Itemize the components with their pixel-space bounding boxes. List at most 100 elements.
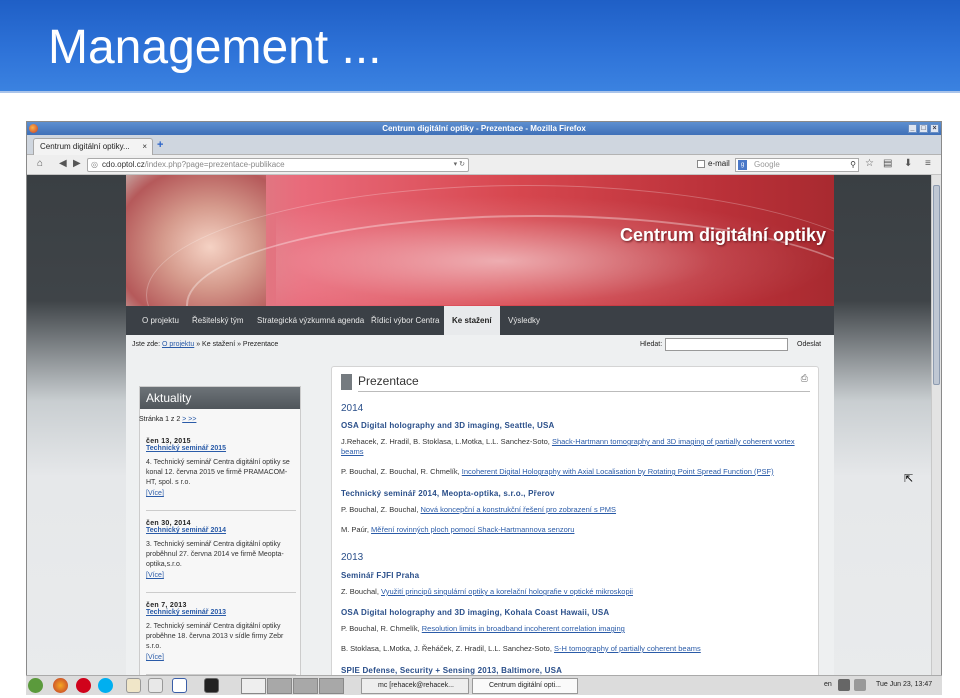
site-search-label: Hledat: — [640, 341, 663, 348]
mouse-cursor-icon: ⇱ — [904, 473, 914, 485]
forward-button[interactable]: ▶ — [73, 158, 81, 169]
menu-item-ke-stazeni[interactable]: Ke stažení — [444, 306, 500, 335]
news-date: čen 7, 2013 — [146, 602, 187, 609]
site-search-input[interactable] — [665, 338, 788, 351]
minimize-button[interactable]: _ — [908, 124, 917, 133]
reference-link[interactable]: Resolution limits in broadband incoheren… — [422, 624, 625, 633]
new-tab-button[interactable]: + — [157, 139, 163, 151]
news-panel-title: Aktuality — [140, 387, 300, 409]
tab-label: Centrum digitální optiky... — [40, 142, 130, 151]
reference-authors: P. Bouchal, R. Chmelík, — [341, 624, 420, 633]
reference-link[interactable]: Nová koncepční a konstrukční řešení pro … — [421, 505, 617, 514]
workspace-4[interactable] — [319, 678, 344, 694]
event-heading: Technický seminář 2014, Meopta-optika, s… — [341, 489, 555, 498]
terminal-icon[interactable] — [204, 678, 219, 693]
clock: Tue Jun 23, 13:47 — [876, 681, 933, 688]
menu-item-o-projektu[interactable]: O projektu — [142, 306, 179, 335]
workspace-3[interactable] — [293, 678, 318, 694]
scrollbar-thumb[interactable] — [933, 185, 940, 385]
firefox-icon — [29, 124, 38, 133]
breadcrumb-link[interactable]: O projektu — [162, 341, 194, 348]
print-icon[interactable]: ⎙ — [801, 373, 808, 384]
presentations-title: Prezentace — [358, 374, 419, 388]
news-more-link[interactable]: [Více] — [146, 490, 294, 497]
reference-link[interactable]: Měření rovinných ploch pomocí Shack-Hart… — [371, 525, 574, 534]
news-more-link[interactable]: [Více] — [146, 654, 294, 661]
vertical-scrollbar[interactable] — [931, 175, 941, 676]
maximize-button[interactable]: □ — [919, 124, 928, 133]
window-title: Centrum digitální optiky - Prezentace - … — [382, 124, 586, 133]
nav-toolbar: ⌂ ◀ ▶ ◎ cdo.optol.cz/index.php?page=prez… — [27, 155, 941, 175]
news-date: čen 30, 2014 — [146, 520, 191, 527]
news-date: čen 13, 2015 — [146, 438, 191, 445]
year-heading: 2014 — [341, 403, 364, 414]
back-button[interactable]: ◀ — [59, 158, 67, 169]
task-terminal-button[interactable]: mc [rehacek@rehacek... — [361, 678, 469, 694]
news-title-link[interactable]: Technický seminář 2013 — [146, 609, 294, 616]
network-icon[interactable] — [854, 679, 866, 691]
reference-item: Z. Bouchal, Využití principů singulární … — [341, 587, 801, 597]
website: Centrum digitální optiky O projektu Řeši… — [126, 175, 834, 676]
tab-bar: Centrum digitální optiky... × + — [27, 135, 941, 155]
url-dropdown-reload-icon[interactable]: ▾ ↻ — [454, 159, 465, 171]
menu-item-vysledky[interactable]: Výsledky — [508, 306, 540, 335]
news-more-link[interactable]: [Více] — [146, 572, 294, 579]
close-window-button[interactable]: × — [930, 124, 939, 133]
reference-link[interactable]: Incoherent Digital Holography with Axial… — [462, 467, 774, 476]
search-placeholder: Google — [754, 160, 780, 169]
pager-next-link[interactable]: > >> — [182, 416, 196, 423]
heading-marker — [341, 374, 352, 390]
email-checkbox[interactable] — [697, 160, 705, 168]
event-heading: OSA Digital holography and 3D imaging, K… — [341, 608, 610, 617]
heading-rule — [358, 391, 810, 392]
window-titlebar: Centrum digitální optiky - Prezentace - … — [27, 122, 941, 135]
news-item: čen 13, 2015 Technický seminář 2015 4. T… — [146, 438, 294, 497]
close-tab-icon[interactable]: × — [142, 139, 147, 155]
google-icon[interactable]: g — [738, 160, 747, 170]
event-heading: OSA Digital holography and 3D imaging, S… — [341, 421, 555, 430]
news-text: 4. Technický seminář Centra digitální op… — [146, 459, 290, 486]
notes-icon[interactable] — [148, 678, 163, 693]
text-editor-icon[interactable] — [126, 678, 141, 693]
reference-authors: B. Stoklasa, L.Motka, J. Řeháček, Z. Hra… — [341, 644, 552, 653]
menu-item-resitelsky-tym[interactable]: Řešitelský tým — [192, 306, 244, 335]
news-title-link[interactable]: Technický seminář 2015 — [146, 445, 294, 452]
event-heading: Seminář FJFI Praha — [341, 571, 420, 580]
keyboard-layout[interactable]: en — [824, 681, 832, 688]
workspace-1[interactable] — [241, 678, 266, 694]
reference-item: P. Bouchal, Z. Bouchal, R. Chmelík, Inco… — [341, 467, 801, 477]
workspace-2[interactable] — [267, 678, 292, 694]
tab-centrum[interactable]: Centrum digitální optiky... × — [33, 138, 153, 155]
firefox-launcher-icon[interactable] — [53, 678, 68, 693]
menu-icon[interactable]: ≡ — [925, 158, 931, 169]
bookmarks-icon[interactable]: ▤ — [883, 158, 892, 169]
url-path: /index.php?page=prezentace-publikace — [144, 160, 285, 169]
site-search-submit[interactable]: Odeslat — [797, 341, 821, 348]
opera-launcher-icon[interactable] — [76, 678, 91, 693]
taskbar: mc [rehacek@rehacek... Centrum digitální… — [26, 675, 942, 695]
distro-menu-icon[interactable] — [28, 678, 43, 693]
skype-launcher-icon[interactable] — [98, 678, 113, 693]
volume-icon[interactable] — [838, 679, 850, 691]
slide: Management ... Centrum digitální optiky … — [0, 0, 960, 698]
bookmark-star-icon[interactable]: ☆ — [865, 158, 874, 169]
news-panel: Aktuality Stránka 1 z 2 > >> čen 13, 201… — [139, 386, 301, 676]
banner-title: Centrum digitální optiky — [619, 225, 826, 245]
search-input[interactable]: g Google ⚲ — [735, 158, 859, 172]
news-title-link[interactable]: Technický seminář 2014 — [146, 527, 294, 534]
search-icon[interactable]: ⚲ — [850, 159, 856, 171]
reference-link[interactable]: S-H tomography of partially coherent bea… — [554, 644, 701, 653]
url-bar[interactable]: ◎ cdo.optol.cz/index.php?page=prezentace… — [87, 158, 469, 172]
document-icon[interactable] — [172, 678, 187, 693]
menu-item-ridici-vybor[interactable]: Řídicí výbor Centra — [371, 306, 439, 335]
presentations-panel: Prezentace ⎙ 2014 OSA Digital holography… — [331, 366, 819, 676]
task-firefox-button[interactable]: Centrum digitální opti... — [472, 678, 578, 694]
reference-link[interactable]: Využití principů singulární optiky a kor… — [381, 587, 633, 596]
reference-item: J.Rehacek, Z. Hradil, B. Stoklasa, L.Mot… — [341, 437, 801, 457]
menu-item-agenda[interactable]: Strategická výzkumná agenda — [257, 306, 364, 335]
reference-authors: Z. Bouchal, — [341, 587, 379, 596]
download-icon[interactable]: ⬇ — [904, 158, 912, 169]
breadcrumb-rest: » Ke stažení » Prezentace — [196, 341, 279, 348]
home-icon[interactable]: ⌂ — [37, 158, 43, 169]
news-pager: Stránka 1 z 2 > >> — [139, 416, 196, 423]
